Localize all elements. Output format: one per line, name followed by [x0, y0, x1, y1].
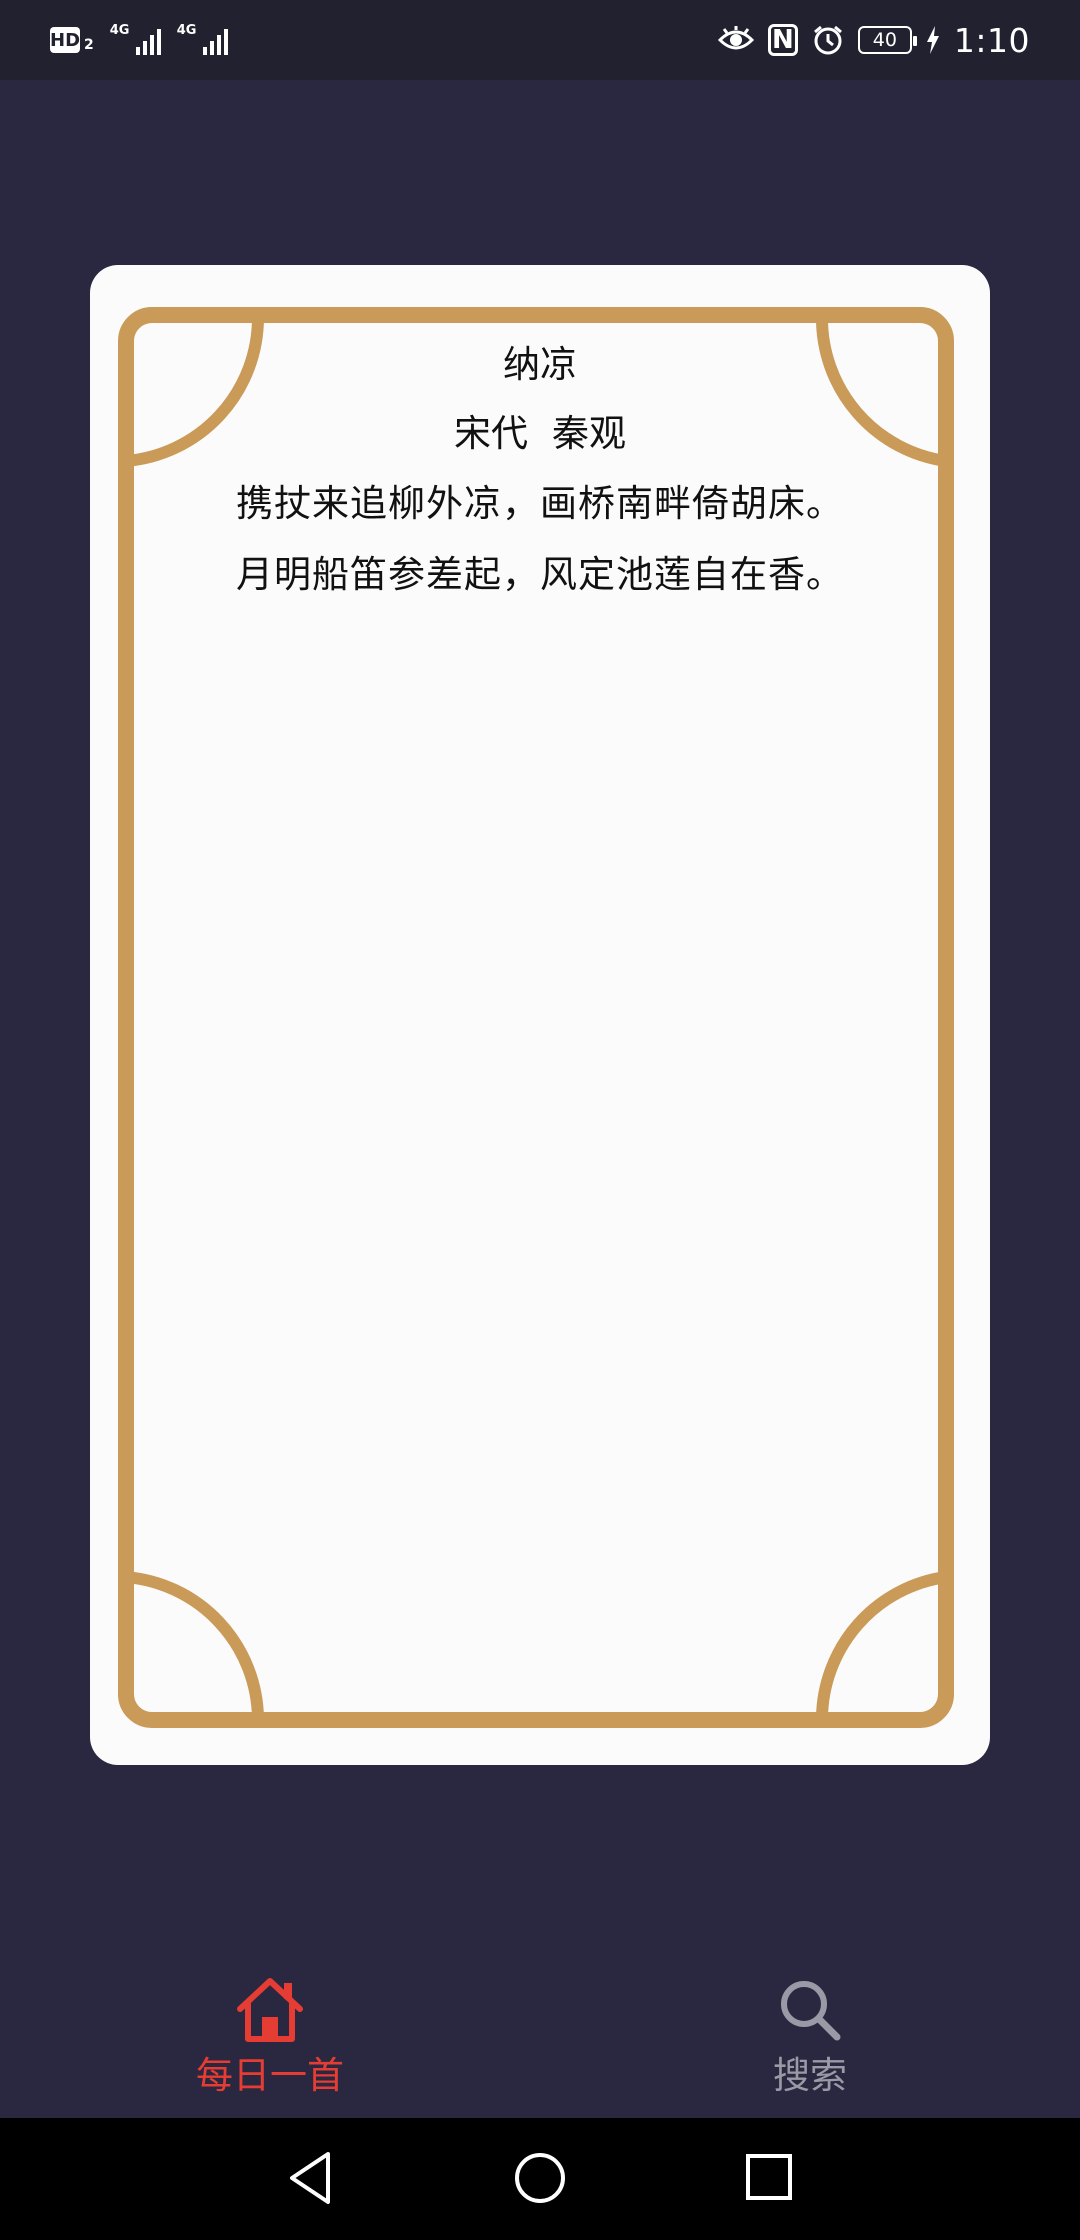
hd-sim-number: 2: [84, 37, 94, 53]
eye-icon: [717, 26, 754, 50]
hd-voice-icon: HD: [50, 27, 80, 53]
poem-card: 纳凉 宋代 秦观 携扙来追柳外凉，画桥南畔倚胡床。 月明船笛参差起，风定池莲自在香…: [90, 265, 990, 1765]
status-left: HD 2 4G 4G: [50, 18, 228, 62]
clock-time: 1:10: [953, 20, 1030, 60]
alarm-icon: [813, 25, 842, 55]
poem-line: 月明船笛参差起，风定池莲自在香。: [236, 553, 844, 596]
bottom-tab-bar: 每日一首 搜索: [0, 1950, 1080, 2118]
poem-line: 携扙来追柳外凉，画桥南畔倚胡床。: [236, 482, 844, 525]
poem-byline: 宋代 秦观: [90, 414, 990, 454]
network-type-1: 4G: [109, 23, 130, 38]
battery-icon: 40: [857, 26, 917, 54]
back-icon[interactable]: [284, 2148, 336, 2208]
frame-corner-bottom-left: [125, 1571, 264, 1719]
poem-dynasty: 宋代: [454, 412, 528, 455]
signal-icon-2: 4G: [176, 23, 228, 55]
nfc-icon: N: [767, 24, 798, 56]
frame-corner-bottom-right: [816, 1571, 947, 1719]
signal-icon-1: 4G: [109, 23, 161, 55]
home-icon: [237, 1978, 303, 2042]
recents-icon[interactable]: [744, 2148, 794, 2208]
tab-label-search: 搜索: [773, 2054, 847, 2097]
charging-icon: [926, 26, 939, 54]
tab-label-daily-poem: 每日一首: [196, 2054, 344, 2097]
status-bar: HD 2 4G 4G N 40 1:10: [0, 0, 1080, 80]
search-icon: [781, 1981, 841, 2041]
tab-search[interactable]: 搜索: [685, 1975, 935, 2105]
system-navigation-bar: [0, 2118, 1080, 2240]
tab-daily-poem[interactable]: 每日一首: [145, 1975, 395, 2105]
poem-author: 秦观: [552, 412, 626, 455]
status-right: N 40 1:10: [717, 14, 1030, 66]
network-type-2: 4G: [176, 23, 197, 38]
poem-title: 纳凉: [503, 343, 577, 386]
home-circle-icon[interactable]: [513, 2148, 567, 2208]
